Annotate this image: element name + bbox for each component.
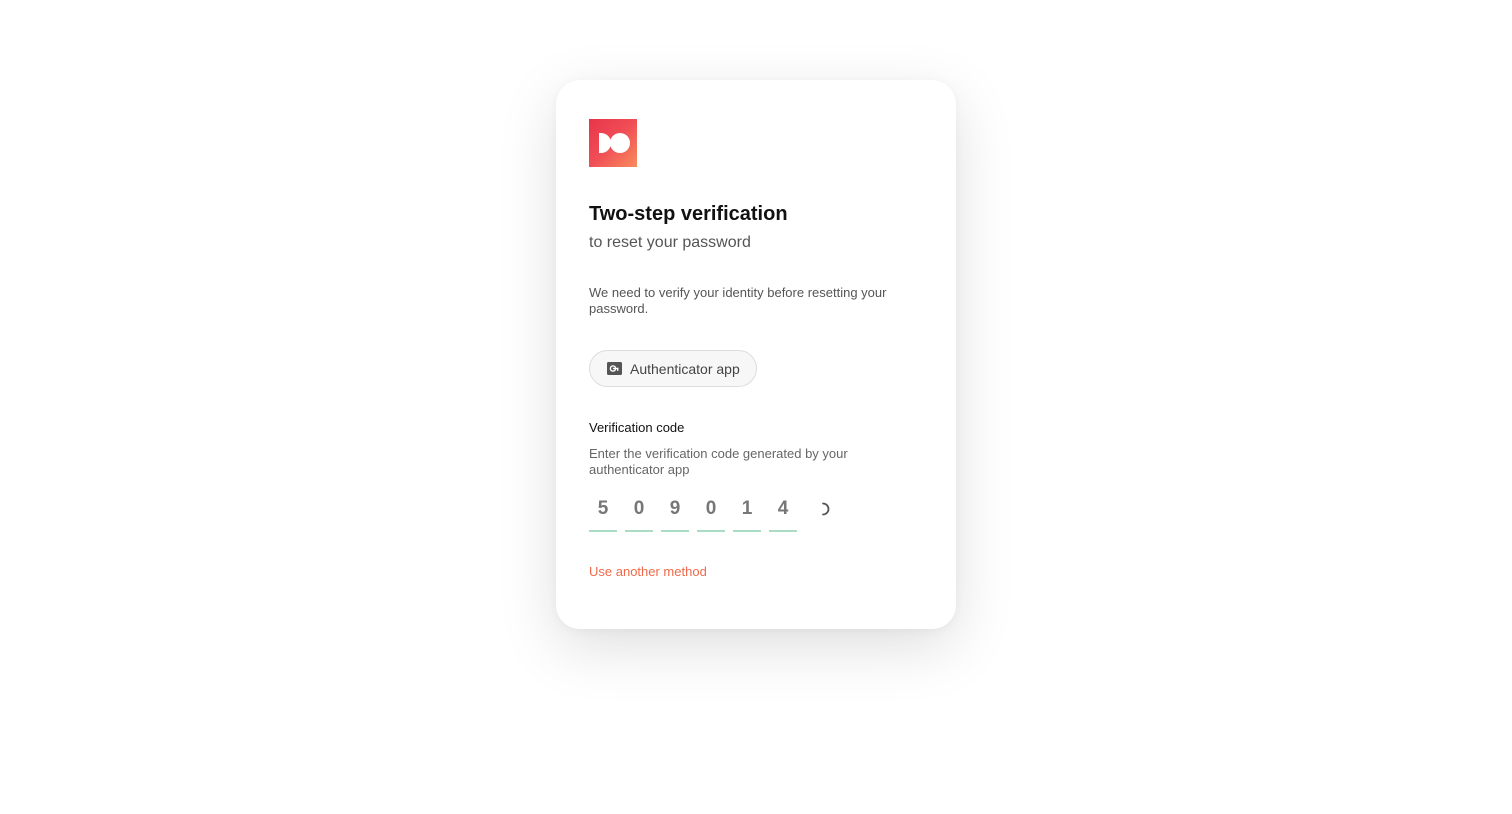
code-digit-2[interactable]: [625, 494, 653, 532]
brand-logo-icon: [589, 119, 637, 167]
verification-card: Two-step verification to reset your pass…: [556, 80, 956, 629]
authenticator-app-label: Authenticator app: [630, 360, 740, 377]
authenticator-icon: [607, 362, 622, 375]
loading-spinner-icon: [822, 502, 830, 516]
verification-code-inputs: [589, 494, 830, 532]
code-digit-4[interactable]: [697, 494, 725, 532]
verification-code-help: Enter the verification code generated by…: [589, 446, 848, 477]
verification-code-label: Verification code: [589, 420, 685, 435]
code-digit-1[interactable]: [589, 494, 617, 532]
code-digit-3[interactable]: [661, 494, 689, 532]
use-another-method-link[interactable]: Use another method: [589, 564, 707, 580]
code-digit-5[interactable]: [733, 494, 761, 532]
identity-description: We need to verify your identity before r…: [589, 285, 887, 316]
code-digit-6[interactable]: [769, 494, 797, 532]
page-subtitle: to reset your password: [589, 234, 751, 251]
page-title: Two-step verification: [589, 203, 788, 225]
authenticator-app-button[interactable]: Authenticator app: [589, 350, 757, 387]
